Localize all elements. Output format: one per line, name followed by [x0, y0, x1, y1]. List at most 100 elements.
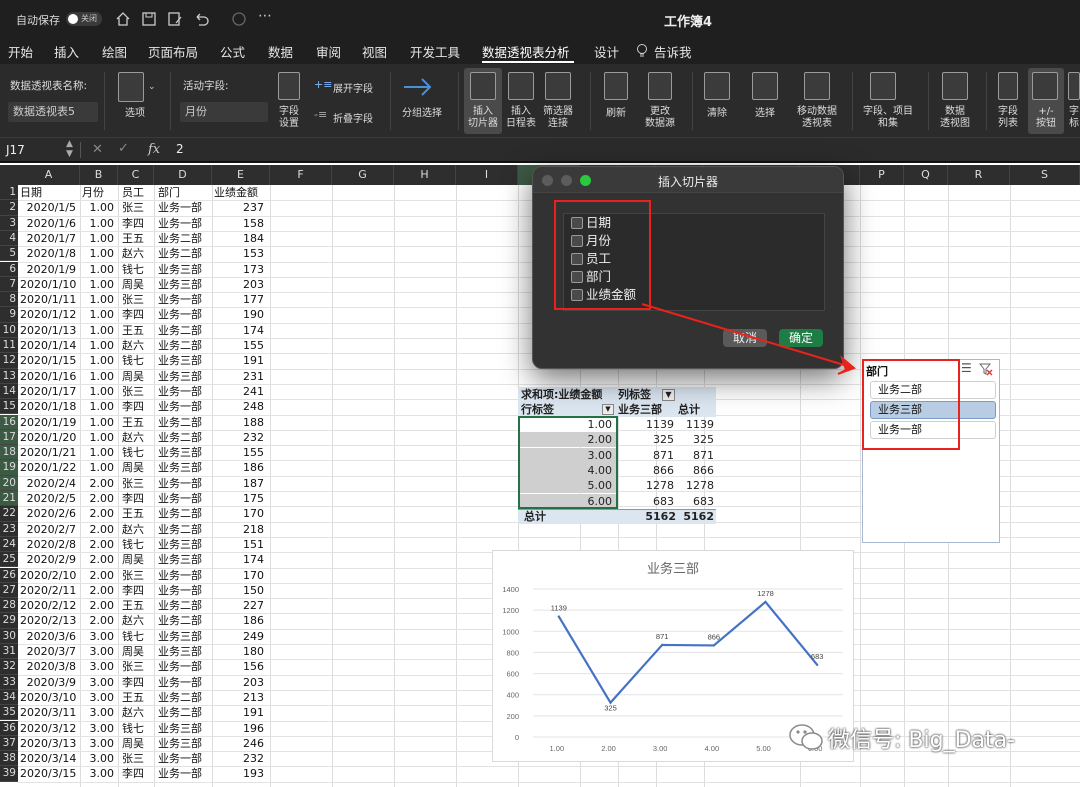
multi-select-icon[interactable]: ☰ [961, 361, 972, 375]
cell-a[interactable]: 2020/2/5 [20, 491, 76, 506]
cell-c[interactable]: 张三 [122, 292, 152, 307]
pivot-cell-t[interactable]: 866 [676, 463, 714, 478]
cell-c[interactable]: 钱七 [122, 721, 152, 736]
cell-d[interactable]: 业务三部 [158, 262, 210, 277]
row-header[interactable]: 35 [0, 705, 18, 721]
cell-e[interactable]: 173 [214, 262, 264, 277]
change-source-icon[interactable] [648, 72, 672, 100]
cell-c[interactable]: 赵六 [122, 246, 152, 261]
cell-e[interactable]: 186 [214, 460, 264, 475]
cell-d[interactable]: 业务一部 [158, 384, 210, 399]
field-settings-label-1[interactable]: 字段 [272, 106, 306, 118]
cell-a[interactable]: 2020/1/13 [20, 323, 76, 338]
select-all-corner[interactable] [0, 165, 18, 185]
cell-c[interactable]: 张三 [122, 568, 152, 583]
cell-d[interactable]: 业务一部 [158, 766, 210, 781]
cell-a[interactable]: 2020/1/11 [20, 292, 76, 307]
cell-c[interactable]: 周吴 [122, 369, 152, 384]
cell-a[interactable]: 2020/2/8 [20, 537, 76, 552]
cell-c[interactable]: 李四 [122, 399, 152, 414]
cell-e[interactable]: 155 [214, 338, 264, 353]
cell-b[interactable]: 2.00 [82, 537, 115, 552]
tab-draw[interactable]: 绘图 [102, 42, 127, 61]
row-header[interactable]: 5 [0, 246, 18, 262]
column-header-p[interactable]: P [860, 165, 904, 185]
cell-b[interactable]: 1.00 [82, 369, 115, 384]
row-header[interactable]: 12 [0, 353, 18, 369]
cell-a[interactable]: 2020/2/9 [20, 552, 76, 567]
cell-a[interactable]: 2020/3/13 [20, 736, 76, 751]
cell-a[interactable]: 2020/3/9 [20, 675, 76, 690]
cell-a[interactable]: 2020/3/12 [20, 721, 76, 736]
column-filter-icon[interactable]: ▼ [662, 389, 675, 401]
cell-d[interactable]: 业务三部 [158, 369, 210, 384]
row-header[interactable]: 8 [0, 292, 18, 308]
cell-d[interactable]: 业务一部 [158, 675, 210, 690]
cell-c[interactable]: 赵六 [122, 338, 152, 353]
cell-d[interactable]: 业务一部 [158, 216, 210, 231]
cell-d[interactable]: 业务一部 [158, 399, 210, 414]
cell-c[interactable]: 钱七 [122, 629, 152, 644]
cell-c[interactable]: 周吴 [122, 736, 152, 751]
field-settings-icon[interactable] [278, 72, 300, 100]
move-pivot-label-2[interactable]: 透视表 [794, 118, 840, 130]
cell-e[interactable]: 184 [214, 231, 264, 246]
field-list-label-1[interactable]: 字段 [992, 106, 1024, 118]
cell-b[interactable]: 2.00 [82, 568, 115, 583]
row-header[interactable]: 25 [0, 552, 18, 568]
cell-b[interactable]: 3.00 [82, 629, 115, 644]
cell-c[interactable]: 王五 [122, 506, 152, 521]
pivot-cell-t[interactable]: 871 [676, 448, 714, 463]
cell-b[interactable]: 3.00 [82, 721, 115, 736]
cell-e[interactable]: 170 [214, 568, 264, 583]
plus-minus-label-2[interactable]: 按钮 [1028, 118, 1064, 130]
row-header[interactable]: 14 [0, 383, 18, 400]
pivot-cell-v[interactable]: 871 [618, 448, 674, 463]
cell-c[interactable]: 张三 [122, 200, 152, 215]
row-header[interactable]: 21 [0, 491, 18, 507]
cell-b[interactable]: 1.00 [82, 430, 115, 445]
cell-a[interactable]: 2020/2/6 [20, 506, 76, 521]
row-header[interactable]: 9 [0, 307, 18, 323]
cell-b[interactable]: 3.00 [82, 675, 115, 690]
cell-c[interactable]: 王五 [122, 323, 152, 338]
cell-a[interactable]: 2020/1/19 [20, 415, 76, 430]
tab-page-layout[interactable]: 页面布局 [148, 42, 198, 61]
cell-c[interactable]: 钱七 [122, 353, 152, 368]
select-button[interactable]: 选择 [748, 108, 782, 120]
filter-connections-label-1[interactable]: 筛选器 [539, 106, 577, 118]
tab-insert[interactable]: 插入 [54, 42, 79, 61]
cell-e[interactable]: 193 [214, 766, 264, 781]
cell-c[interactable]: 周吴 [122, 644, 152, 659]
cell-a[interactable]: 2020/2/11 [20, 583, 76, 598]
cell-a[interactable]: 2020/3/14 [20, 751, 76, 766]
cell-d[interactable]: 业务三部 [158, 552, 210, 567]
cell-d[interactable]: 业务二部 [158, 506, 210, 521]
row-header[interactable]: 26 [0, 567, 18, 583]
cell-b[interactable]: 1.00 [82, 262, 115, 277]
pivot-name-input[interactable]: 数据透视表5 [8, 102, 98, 122]
row-header[interactable]: 10 [0, 322, 18, 338]
row-filter-icon[interactable]: ▼ [602, 404, 614, 415]
insert-slicer-icon[interactable] [470, 72, 496, 100]
collapse-field-button[interactable]: 折叠字段 [333, 110, 373, 125]
plus-minus-label-1[interactable]: +/- [1028, 106, 1064, 118]
name-box-stepper-icon[interactable]: ▲ ▼ [66, 139, 73, 159]
refresh-icon[interactable] [604, 72, 628, 100]
row-header[interactable]: 36 [0, 720, 18, 736]
cell-e[interactable]: 156 [214, 659, 264, 674]
cell-e[interactable]: 213 [214, 690, 264, 705]
pivot-cell-t[interactable]: 683 [676, 494, 714, 509]
cell-e[interactable]: 175 [214, 491, 264, 506]
fields-items-sets-icon[interactable] [870, 72, 896, 100]
row-header[interactable]: 15 [0, 399, 18, 415]
row-header[interactable]: 13 [0, 368, 18, 384]
cell-c[interactable]: 钱七 [122, 445, 152, 460]
chevron-down-icon[interactable]: ⌄ [148, 82, 156, 92]
more-icon[interactable]: ⋯ [258, 8, 272, 24]
field-headers-label-1[interactable]: 字 [1068, 106, 1080, 118]
cell-a[interactable]: 2020/1/21 [20, 445, 76, 460]
expand-plus-icon[interactable]: +≡ [314, 78, 332, 91]
cell-e[interactable]: 170 [214, 506, 264, 521]
cell-b[interactable]: 1.00 [82, 460, 115, 475]
